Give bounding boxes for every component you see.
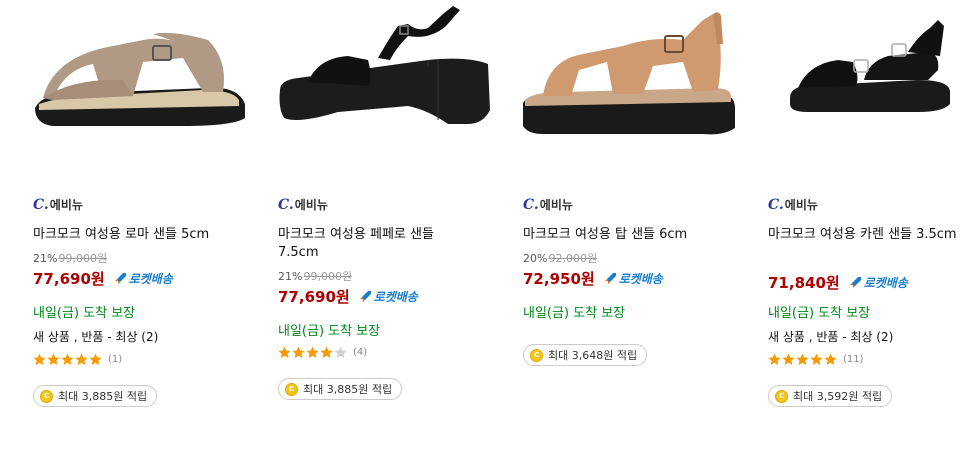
- delivery-info: 내일(금) 도착 보장: [278, 324, 381, 339]
- reward-badge: c 최대 3,885원 적립: [33, 385, 158, 407]
- star-icon: [334, 346, 347, 358]
- product-card[interactable]: C.에비뉴 마크모크 여성용 카렌 샌들 3.5cm 71,840원 로켓배송 …: [768, 0, 963, 407]
- brand-label[interactable]: C.에비뉴: [768, 196, 818, 213]
- product-image[interactable]: [768, 0, 963, 165]
- brand-label[interactable]: C.에비뉴: [33, 196, 83, 213]
- delivery-info: 내일(금) 도착 보장: [768, 306, 871, 321]
- review-count: (1): [108, 354, 123, 365]
- star-icon: [89, 353, 102, 365]
- star-icon: [824, 353, 837, 365]
- star-icon: [796, 353, 809, 365]
- sale-price: 72,950원: [523, 270, 595, 288]
- coin-icon: c: [775, 389, 788, 403]
- rating: (1): [33, 353, 122, 366]
- product-card[interactable]: C.에비뉴 마크모크 여성용 탑 샌들 6cm 20%92,000원 72,95…: [521, 0, 743, 366]
- star-icon: [47, 353, 60, 365]
- price-block: 20%92,000원 72,950원 로켓배송: [523, 252, 663, 289]
- condition-info[interactable]: 새 상품 , 반품 - 최상 (2): [33, 328, 158, 345]
- rocket-delivery-badge: 로켓배송: [358, 288, 418, 305]
- star-rating: [278, 346, 348, 359]
- rocket-delivery-badge: 로켓배송: [113, 270, 173, 287]
- delivery-info: 내일(금) 도착 보장: [33, 306, 136, 321]
- product-image[interactable]: [521, 0, 738, 165]
- review-count: (11): [843, 354, 864, 365]
- sale-price: 71,840원: [768, 274, 840, 292]
- rocket-icon: [849, 276, 861, 288]
- star-rating: [33, 353, 103, 366]
- star-icon: [810, 353, 823, 365]
- discount-info: 20%92,000원: [523, 252, 598, 265]
- star-icon: [61, 353, 74, 365]
- coin-icon: c: [285, 382, 298, 396]
- product-title[interactable]: 마크모크 여성용 로마 샌들 5cm: [33, 226, 233, 244]
- star-icon: [306, 346, 319, 358]
- price-block: 21%99,000원 77,690원 로켓배송: [33, 252, 173, 289]
- reward-badge: c 최대 3,648원 적립: [523, 344, 648, 366]
- rating: (4): [278, 346, 367, 359]
- delivery-info: 내일(금) 도착 보장: [523, 306, 626, 321]
- star-icon: [75, 353, 88, 365]
- star-icon: [320, 346, 333, 358]
- condition-info[interactable]: 새 상품 , 반품 - 최상 (2): [768, 328, 893, 345]
- product-image[interactable]: [33, 0, 248, 165]
- price-block: 71,840원 로켓배송: [768, 270, 908, 293]
- coin-icon: c: [530, 348, 543, 362]
- star-rating: [768, 353, 838, 366]
- star-icon: [292, 346, 305, 358]
- product-card[interactable]: C.에비뉴 마크모크 여성용 로마 샌들 5cm 21%99,000원 77,6…: [33, 0, 253, 407]
- reward-badge: c 최대 3,885원 적립: [278, 378, 403, 400]
- product-title[interactable]: 마크모크 여성용 카렌 샌들 3.5cm: [768, 226, 963, 244]
- brand-label[interactable]: C.에비뉴: [278, 196, 328, 213]
- price-block: 21%99,000원 77,690원 로켓배송: [278, 270, 418, 307]
- sale-price: 77,690원: [278, 288, 350, 306]
- discount-info: 21%99,000원: [33, 252, 108, 265]
- rocket-delivery-badge: 로켓배송: [848, 274, 908, 291]
- rocket-icon: [114, 272, 126, 284]
- discount-info: 21%99,000원: [278, 270, 353, 283]
- rocket-icon: [604, 272, 616, 284]
- star-icon: [33, 353, 46, 365]
- sale-price: 77,690원: [33, 270, 105, 288]
- coin-icon: c: [40, 389, 53, 403]
- brand-label[interactable]: C.에비뉴: [523, 196, 573, 213]
- reward-badge: c 최대 3,592원 적립: [768, 385, 893, 407]
- product-title[interactable]: 마크모크 여성용 탑 샌들 6cm: [523, 226, 723, 244]
- review-count: (4): [353, 347, 368, 358]
- star-icon: [278, 346, 291, 358]
- product-title[interactable]: 마크모크 여성용 페페로 샌들 7.5cm: [278, 226, 478, 262]
- star-icon: [782, 353, 795, 365]
- product-card[interactable]: C.에비뉴 마크모크 여성용 페페로 샌들 7.5cm 21%99,000원 7…: [278, 0, 498, 400]
- star-icon: [768, 353, 781, 365]
- product-image[interactable]: [278, 0, 493, 165]
- rocket-delivery-badge: 로켓배송: [603, 270, 663, 287]
- rocket-icon: [359, 290, 371, 302]
- rating: (11): [768, 353, 864, 366]
